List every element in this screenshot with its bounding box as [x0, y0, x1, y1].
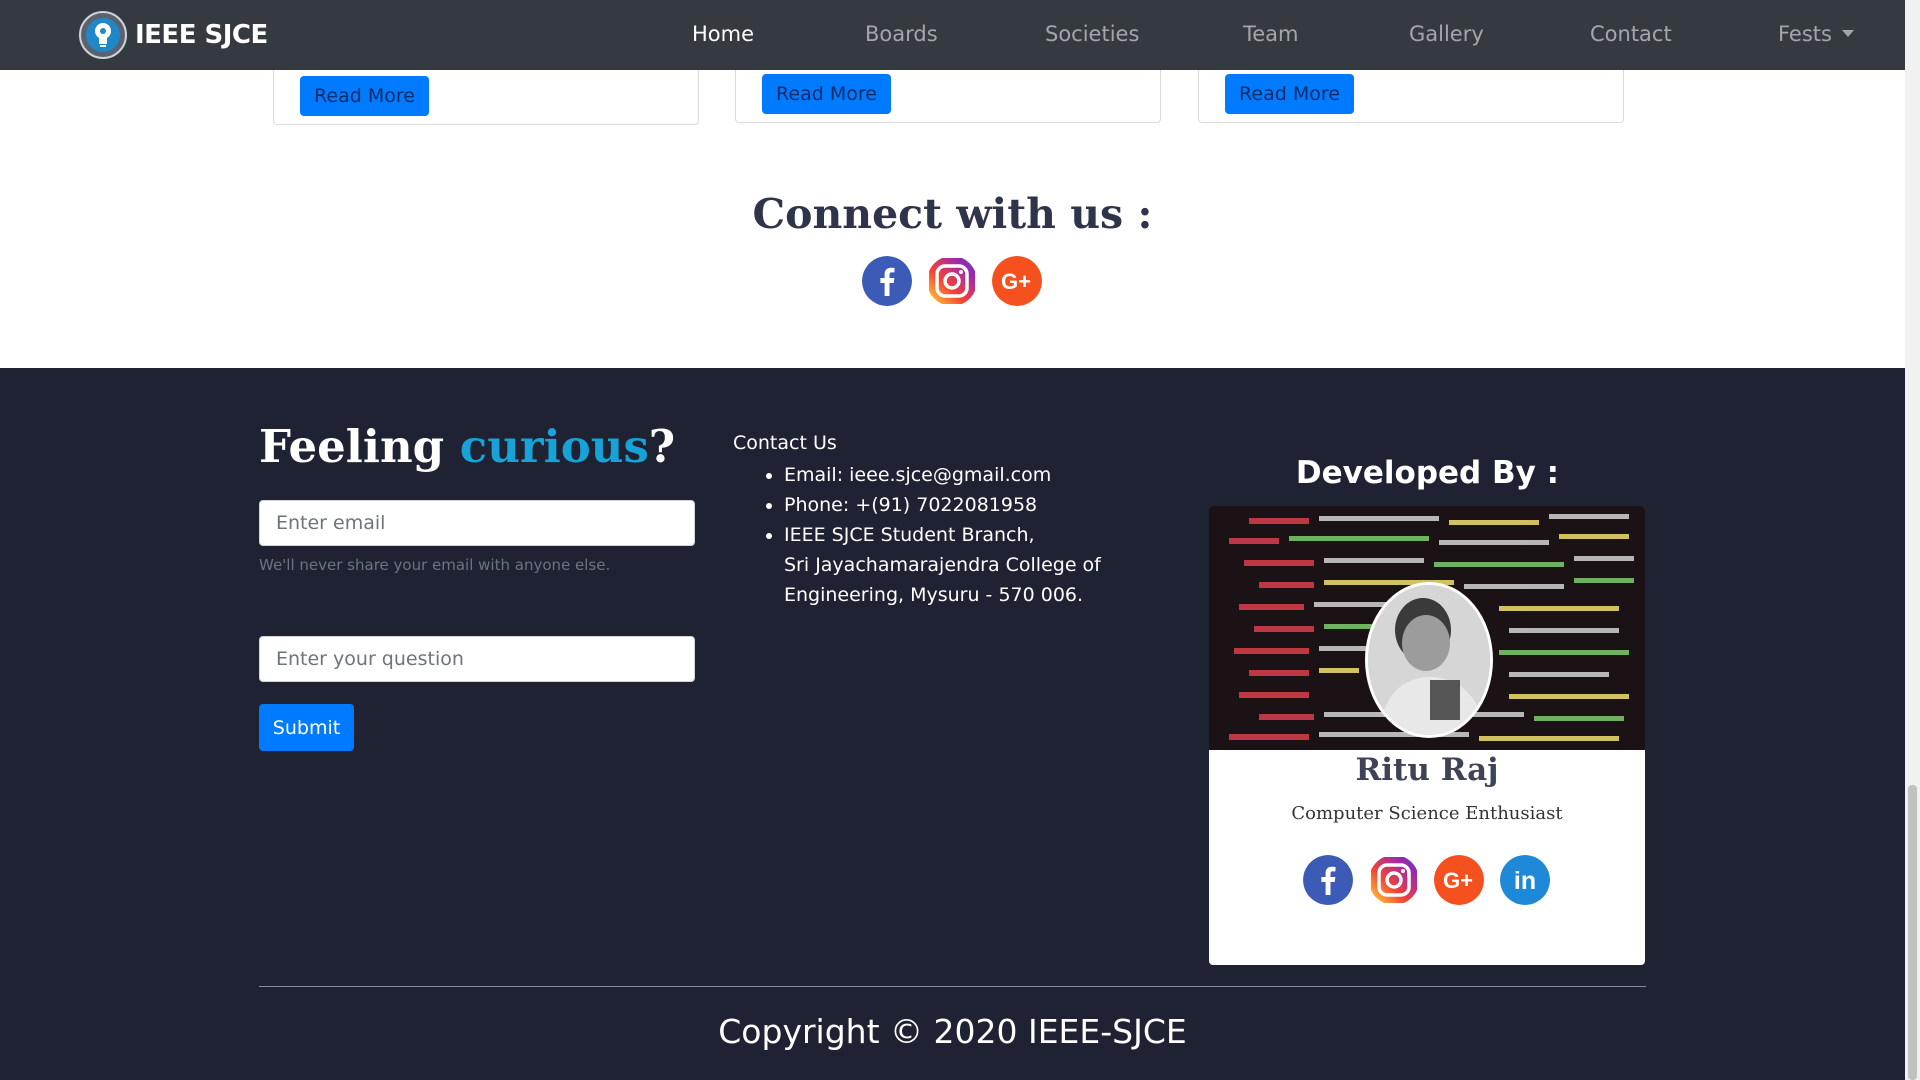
nav-societies[interactable]: Societies [1045, 22, 1139, 46]
address-line-1: IEEE SJCE Student Branch, [784, 524, 1035, 546]
chevron-down-icon [1841, 30, 1854, 37]
navbar: IEEE SJCE Home Boards Societies Team Gal… [0, 0, 1905, 70]
svg-text:in: in [1514, 867, 1536, 895]
nav-boards[interactable]: Boards [865, 22, 938, 46]
copyright-text: Copyright © 2020 IEEE-SJCE [718, 1012, 1187, 1051]
curious-accent: curious [459, 420, 649, 473]
read-more-button[interactable]: Read More [762, 74, 891, 114]
nav-home[interactable]: Home [692, 22, 754, 46]
ieee-logo-icon [79, 11, 127, 59]
submit-button[interactable]: Submit [259, 704, 354, 751]
svg-text:G+: G+ [1001, 269, 1031, 294]
contact-address: IEEE SJCE Student Branch, Sri Jayachamara… [784, 520, 1101, 610]
footer-divider [259, 986, 1646, 987]
scrollbar-thumb[interactable] [1908, 785, 1917, 1080]
curious-prefix: Feeling [259, 420, 460, 473]
linkedin-icon[interactable]: in [1500, 855, 1550, 905]
contact-phone: Phone: +(91) 7022081958 [784, 490, 1101, 520]
nav-team[interactable]: Team [1243, 22, 1299, 46]
developed-by-heading: Developed By : [1295, 455, 1560, 491]
instagram-icon[interactable] [1369, 855, 1419, 905]
contact-email: Email: ieee.sjce@gmail.com [784, 460, 1101, 490]
facebook-icon[interactable] [862, 256, 912, 306]
svg-text:G+: G+ [1443, 868, 1473, 893]
address-line-3: Engineering, Mysuru - 570 006. [784, 584, 1084, 606]
google-plus-icon[interactable]: G+ [1434, 855, 1484, 905]
instagram-icon[interactable] [927, 256, 977, 306]
google-plus-icon[interactable]: G+ [992, 256, 1042, 306]
developer-name: Ritu Raj [1355, 752, 1499, 788]
feeling-curious-heading: Feeling curious? [259, 420, 675, 473]
nav-fests-label: Fests [1778, 22, 1832, 46]
nav-contact[interactable]: Contact [1590, 22, 1672, 46]
brand-link[interactable]: IEEE SJCE [79, 11, 268, 59]
developer-card: Ritu Raj Computer Science Enthusiast G+ … [1209, 506, 1645, 965]
page-scrollbar[interactable] [1905, 0, 1920, 1080]
connect-title: Connect with us : [752, 190, 1153, 238]
brand-name: IEEE SJCE [135, 20, 268, 50]
question-input[interactable] [259, 636, 695, 682]
nav-gallery[interactable]: Gallery [1409, 22, 1484, 46]
developer-avatar [1365, 582, 1493, 738]
contact-list: Email: ieee.sjce@gmail.com Phone: +(91) … [758, 460, 1101, 610]
nav-fests-dropdown[interactable]: Fests [1778, 22, 1854, 46]
facebook-icon[interactable] [1303, 855, 1353, 905]
email-help-text: We'll never share your email with anyone… [259, 556, 611, 574]
contact-heading: Contact Us [733, 432, 837, 454]
read-more-button[interactable]: Read More [300, 76, 429, 116]
read-more-button[interactable]: Read More [1225, 74, 1354, 114]
curious-suffix: ? [648, 420, 676, 473]
developer-role: Computer Science Enthusiast [1291, 803, 1563, 824]
email-input[interactable] [259, 500, 695, 546]
address-line-2: Sri Jayachamarajendra College of [784, 554, 1101, 576]
